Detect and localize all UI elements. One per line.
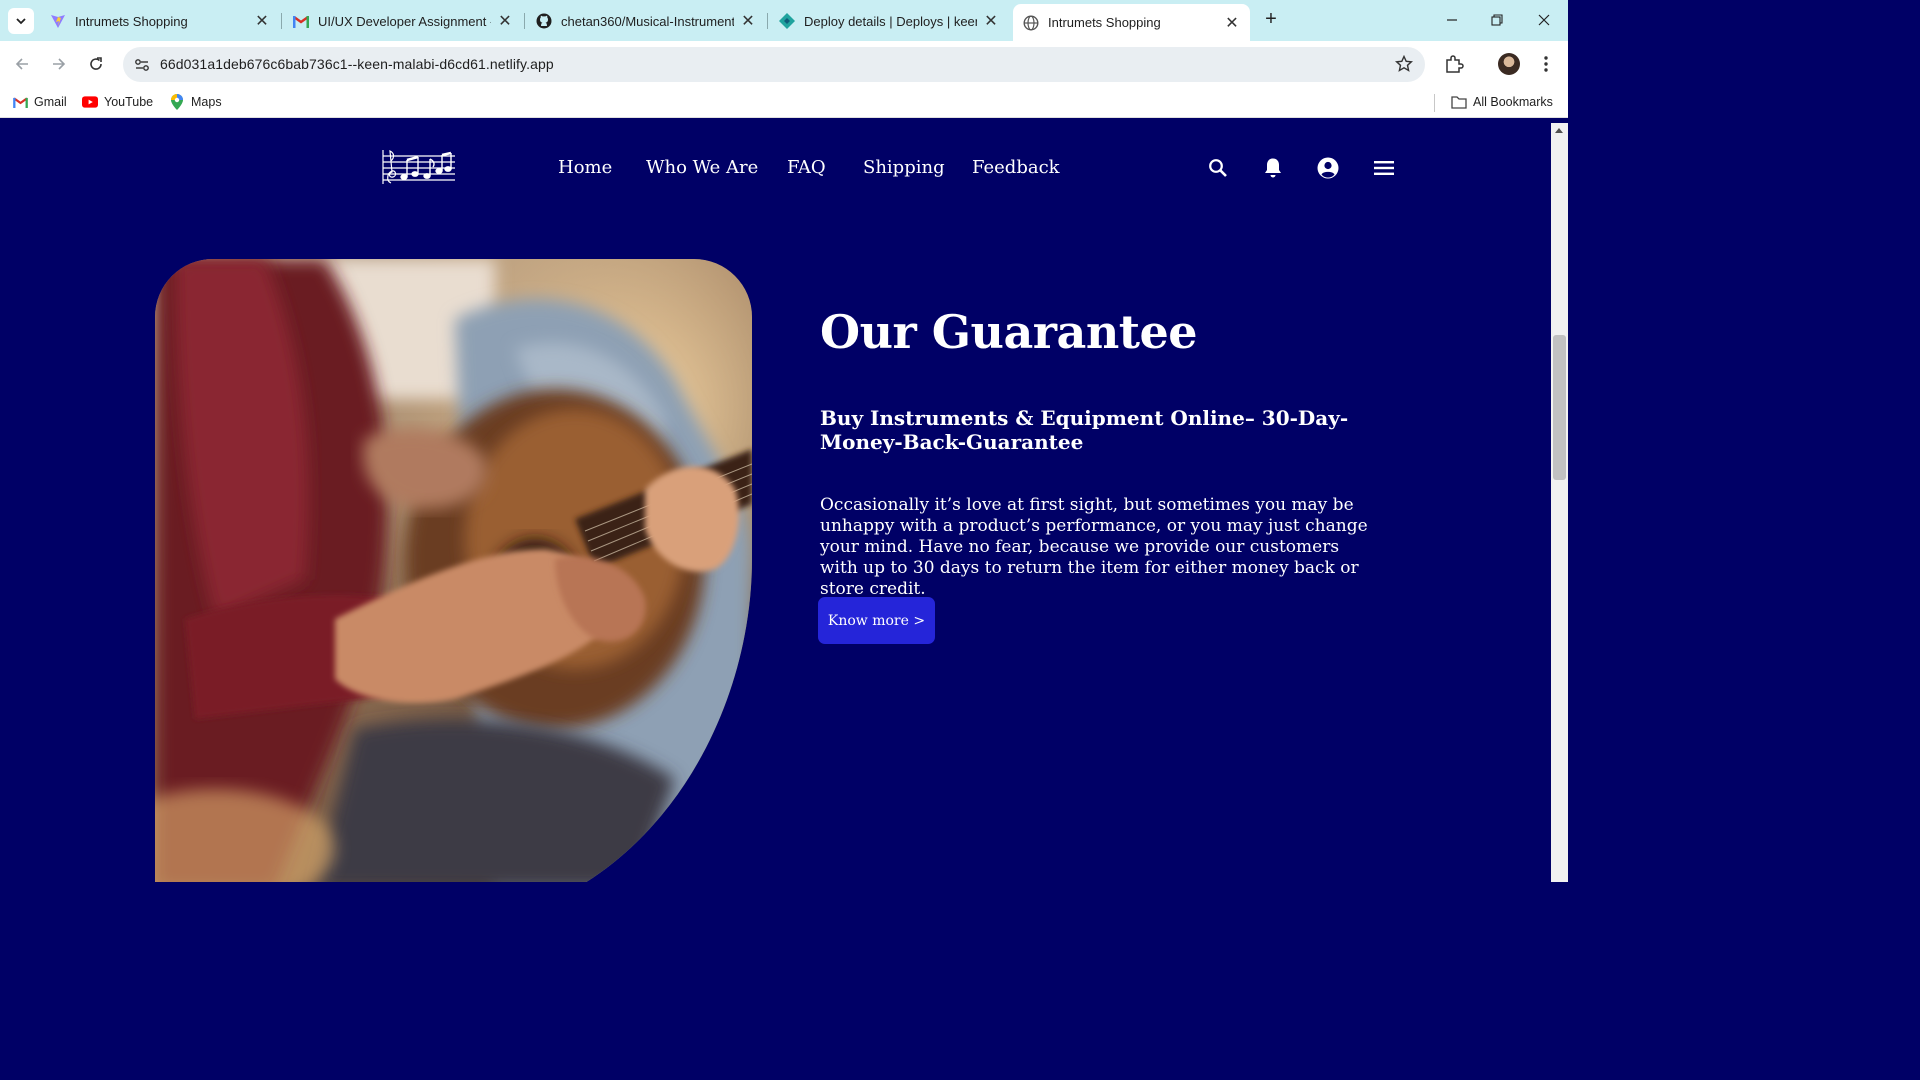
close-window-button[interactable] xyxy=(1529,8,1559,32)
globe-icon xyxy=(1023,14,1039,31)
site-logo[interactable] xyxy=(380,147,456,187)
gmail-icon xyxy=(293,13,309,29)
reload-icon xyxy=(90,57,102,70)
hero-subtitle: Buy Instruments & Equipment Online– 30-D… xyxy=(820,406,1349,454)
netlify-icon xyxy=(779,13,795,29)
tab-title: UI/UX Developer Assignment - xyxy=(318,13,491,29)
browser-menu-button[interactable] xyxy=(1535,53,1557,75)
bookmarks-divider xyxy=(1434,94,1435,112)
tab-search-button[interactable] xyxy=(8,8,34,34)
tab-title: Deploy details | Deploys | keen- xyxy=(804,13,977,29)
close-icon[interactable]: ✕ xyxy=(983,11,999,31)
bookmark-label: YouTube xyxy=(104,95,154,109)
nav-shipping[interactable]: Shipping xyxy=(863,157,945,178)
all-bookmarks-label: All Bookmarks xyxy=(1473,95,1553,109)
bookmark-gmail[interactable]: Gmail xyxy=(12,94,67,110)
github-icon xyxy=(536,13,552,29)
more-vert-icon xyxy=(1544,56,1548,72)
browser-tab-bar: Intrumets Shopping ✕ UI/UX Developer Ass… xyxy=(0,0,1568,41)
chevron-down-icon xyxy=(16,18,26,25)
site-settings-icon[interactable] xyxy=(133,56,151,74)
puzzle-icon xyxy=(1446,55,1464,73)
tab-5-active[interactable]: Intrumets Shopping ✕ xyxy=(1013,4,1250,41)
nav-who-we-are[interactable]: Who We Are xyxy=(646,157,758,178)
close-icon xyxy=(1538,14,1550,26)
tab-1[interactable]: Intrumets Shopping ✕ xyxy=(40,6,280,36)
know-more-button[interactable]: Know more > xyxy=(818,597,935,644)
page-title: Our Guarantee xyxy=(820,305,1198,359)
minimize-button[interactable] xyxy=(1437,8,1467,32)
forward-button[interactable] xyxy=(47,52,71,76)
tab-divider xyxy=(524,13,525,29)
browser-toolbar: 66d031a1deb676c6bab736c1--keen-malabi-d6… xyxy=(0,41,1568,87)
new-tab-button[interactable]: + xyxy=(1260,9,1282,31)
notifications-button[interactable] xyxy=(1261,156,1285,180)
arrow-right-icon xyxy=(53,58,66,70)
maps-pin-icon xyxy=(169,94,185,110)
guitar-lesson-photo xyxy=(155,259,752,882)
bookmarks-bar: Gmail YouTube Maps All Bookmarks xyxy=(0,87,1568,118)
youtube-icon xyxy=(82,94,98,110)
nav-feedback[interactable]: Feedback xyxy=(972,157,1060,178)
address-bar[interactable]: 66d031a1deb676c6bab736c1--keen-malabi-d6… xyxy=(123,47,1425,82)
scroll-up-arrow-icon[interactable] xyxy=(1555,128,1563,133)
hamburger-menu-button[interactable] xyxy=(1372,156,1396,180)
page-scrollbar[interactable] xyxy=(1551,123,1568,882)
extensions-button[interactable] xyxy=(1443,53,1465,75)
nav-faq[interactable]: FAQ xyxy=(787,157,826,178)
tab-title: chetan360/Musical-Instruments xyxy=(561,13,734,29)
tab-divider xyxy=(281,13,282,29)
tab-divider xyxy=(767,13,768,29)
restore-icon xyxy=(1491,14,1503,26)
close-icon[interactable]: ✕ xyxy=(254,11,270,31)
bookmark-youtube[interactable]: YouTube xyxy=(82,94,153,110)
search-icon xyxy=(1209,159,1227,177)
minimize-icon xyxy=(1447,19,1457,21)
scrollbar-thumb[interactable] xyxy=(1553,335,1566,480)
vite-icon xyxy=(50,13,66,29)
tab-title: Intrumets Shopping xyxy=(75,13,188,29)
user-circle-icon xyxy=(1317,157,1339,179)
search-button[interactable] xyxy=(1206,156,1230,180)
gmail-icon xyxy=(12,94,28,110)
all-bookmarks-button[interactable]: All Bookmarks xyxy=(1451,94,1553,110)
music-notes-logo-icon xyxy=(382,149,455,184)
account-button[interactable] xyxy=(1316,156,1340,180)
bookmark-star-icon[interactable] xyxy=(1395,55,1413,73)
restore-button[interactable] xyxy=(1482,8,1512,32)
tab-2[interactable]: UI/UX Developer Assignment - ✕ xyxy=(283,6,523,36)
profile-avatar[interactable] xyxy=(1498,53,1520,75)
arrow-left-icon xyxy=(15,58,28,70)
close-icon[interactable]: ✕ xyxy=(1224,13,1240,33)
tab-3[interactable]: chetan360/Musical-Instruments ✕ xyxy=(526,6,766,36)
close-icon[interactable]: ✕ xyxy=(497,11,513,31)
hero-description: Occasionally it’s love at first sight, b… xyxy=(820,495,1368,599)
hero-guitar-image xyxy=(155,259,752,882)
nav-home[interactable]: Home xyxy=(558,157,612,178)
web-page: Home Who We Are FAQ Shipping Feedback Ou… xyxy=(0,123,1551,882)
folder-icon xyxy=(1451,94,1467,110)
bookmark-label: Gmail xyxy=(34,95,67,109)
close-icon[interactable]: ✕ xyxy=(740,11,756,31)
bookmark-maps[interactable]: Maps xyxy=(169,94,222,110)
bell-icon xyxy=(1265,158,1281,178)
hamburger-menu-icon xyxy=(1374,161,1394,175)
tab-title: Intrumets Shopping xyxy=(1048,15,1161,30)
url-text: 66d031a1deb676c6bab736c1--keen-malabi-d6… xyxy=(160,56,554,72)
bookmark-label: Maps xyxy=(191,95,222,109)
reload-button[interactable] xyxy=(84,52,108,76)
tab-4[interactable]: Deploy details | Deploys | keen- ✕ xyxy=(769,6,1009,36)
back-button[interactable] xyxy=(10,52,34,76)
